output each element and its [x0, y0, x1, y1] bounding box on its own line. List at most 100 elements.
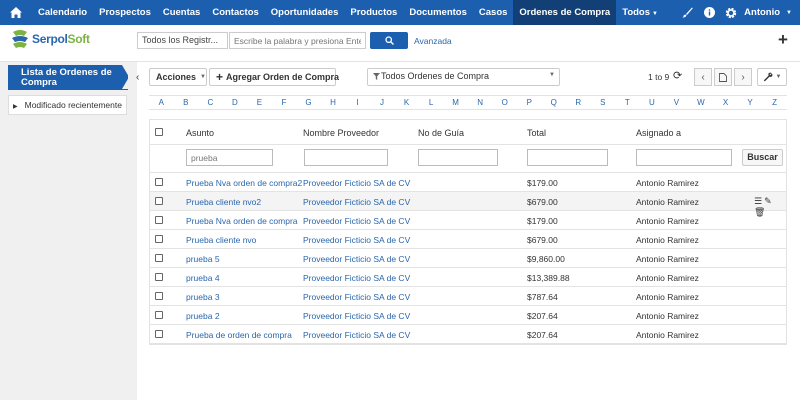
guide-filter-input[interactable]: [418, 149, 498, 166]
column-header-guide[interactable]: No de Guía: [418, 128, 464, 138]
nav-item-contactos[interactable]: Contactos: [206, 0, 264, 25]
row-vendor-link[interactable]: Proveedor Ficticio SA de CV: [303, 292, 410, 302]
row-checkbox[interactable]: [155, 273, 163, 281]
nav-item-cuentas[interactable]: Cuentas: [157, 0, 206, 25]
row-vendor-link[interactable]: Proveedor Ficticio SA de CV: [303, 197, 410, 207]
row-checkbox[interactable]: [155, 330, 163, 338]
alpha-filter-l[interactable]: L: [419, 96, 444, 109]
alpha-filter-q[interactable]: Q: [542, 96, 567, 109]
row-vendor-link[interactable]: Proveedor Ficticio SA de CV: [303, 273, 410, 283]
column-header-total[interactable]: Total: [527, 128, 546, 138]
alpha-filter-f[interactable]: F: [272, 96, 297, 109]
nav-item-prospectos[interactable]: Prospectos: [93, 0, 157, 25]
row-vendor-link[interactable]: Proveedor Ficticio SA de CV: [303, 216, 410, 226]
list-filter-select[interactable]: Todos Ordenes de Compra ▼: [367, 68, 560, 86]
row-checkbox[interactable]: [155, 292, 163, 300]
alpha-filter-o[interactable]: O: [492, 96, 517, 109]
alpha-filter-w[interactable]: W: [689, 96, 714, 109]
sidebar-recent-toggle[interactable]: ▶ Modificado recientemente: [8, 95, 127, 115]
alpha-filter-a[interactable]: A: [149, 96, 174, 109]
nav-item-ordenes-de-compra[interactable]: Ordenes de Compra: [513, 0, 617, 25]
alpha-filter-x[interactable]: X: [713, 96, 738, 109]
list-icon[interactable]: ☰: [754, 196, 764, 206]
next-page-button[interactable]: ›: [734, 68, 752, 86]
brand-logo[interactable]: SerpolSoft: [10, 28, 90, 50]
column-header-vendor[interactable]: Nombre Proveedor: [303, 128, 379, 138]
alpha-filter-i[interactable]: I: [345, 96, 370, 109]
row-subject-link[interactable]: Prueba cliente nvo: [186, 235, 256, 245]
nav-item-todos[interactable]: Todos ▼: [616, 0, 664, 25]
advanced-search-link[interactable]: Avanzada: [414, 36, 452, 46]
nav-item-productos[interactable]: Productos: [344, 0, 403, 25]
table-row[interactable]: prueba 3 Proveedor Ficticio SA de CV $787.…: [150, 287, 786, 306]
table-row[interactable]: prueba 4 Proveedor Ficticio SA de CV $13,3…: [150, 268, 786, 287]
search-module-select[interactable]: Todos los Registr...: [137, 32, 228, 49]
row-subject-link[interactable]: Prueba Nva orden de compra: [186, 216, 298, 226]
table-row[interactable]: Prueba cliente nvo Proveedor Ficticio SA …: [150, 230, 786, 249]
nav-item-casos[interactable]: Casos: [473, 0, 514, 25]
table-row[interactable]: prueba 5 Proveedor Ficticio SA de CV $9,86…: [150, 249, 786, 268]
gear-icon[interactable]: [720, 0, 742, 25]
row-vendor-link[interactable]: Proveedor Ficticio SA de CV: [303, 178, 410, 188]
alpha-filter-n[interactable]: N: [468, 96, 493, 109]
add-purchase-order-button[interactable]: + Agregar Orden de Compra: [209, 68, 339, 86]
row-subject-link[interactable]: Prueba Nva orden de compra2: [186, 178, 302, 188]
paintbrush-icon[interactable]: [676, 0, 698, 25]
alpha-filter-m[interactable]: M: [443, 96, 468, 109]
row-subject-link[interactable]: Prueba cliente nvo2: [186, 197, 261, 207]
row-checkbox[interactable]: [155, 311, 163, 319]
column-header-assigned[interactable]: Asignado a: [636, 128, 681, 138]
row-vendor-link[interactable]: Proveedor Ficticio SA de CV: [303, 311, 410, 321]
alpha-filter-v[interactable]: V: [664, 96, 689, 109]
alpha-filter-p[interactable]: P: [517, 96, 542, 109]
row-subject-link[interactable]: prueba 4: [186, 273, 220, 283]
actions-button[interactable]: Acciones ▼: [149, 68, 207, 86]
table-row[interactable]: Prueba Nva orden de compra Proveedor Fict…: [150, 211, 786, 230]
alpha-filter-u[interactable]: U: [640, 96, 665, 109]
alpha-filter-z[interactable]: Z: [762, 96, 787, 109]
list-settings-button[interactable]: ▼: [757, 68, 787, 86]
alpha-filter-k[interactable]: K: [394, 96, 419, 109]
home-icon[interactable]: [0, 0, 32, 25]
refresh-icon[interactable]: ⟳: [673, 69, 682, 82]
nav-item-oportunidades[interactable]: Oportunidades: [265, 0, 345, 25]
subject-filter-input[interactable]: [186, 149, 273, 166]
user-menu[interactable]: Antonio: [742, 7, 784, 18]
row-vendor-link[interactable]: Proveedor Ficticio SA de CV: [303, 330, 410, 340]
table-row[interactable]: Prueba cliente nvo2 Proveedor Ficticio SA…: [150, 192, 786, 217]
nav-item-calendario[interactable]: Calendario: [32, 0, 93, 25]
collapse-sidebar-icon[interactable]: ‹: [136, 72, 139, 83]
alpha-filter-t[interactable]: T: [615, 96, 640, 109]
quick-create-plus-icon[interactable]: +: [778, 31, 788, 48]
alpha-filter-g[interactable]: G: [296, 96, 321, 109]
row-subject-link[interactable]: prueba 3: [186, 292, 220, 302]
row-subject-link[interactable]: Prueba de orden de compra: [186, 330, 292, 340]
prev-page-button[interactable]: ‹: [694, 68, 712, 86]
search-filter-button[interactable]: Buscar: [742, 149, 783, 166]
row-checkbox[interactable]: [155, 235, 163, 243]
table-row[interactable]: Prueba Nva orden de compra2 Proveedor Fic…: [150, 173, 786, 192]
info-icon[interactable]: [698, 0, 720, 25]
table-row[interactable]: Prueba de orden de compra Proveedor Ficti…: [150, 325, 786, 344]
row-vendor-link[interactable]: Proveedor Ficticio SA de CV: [303, 254, 410, 264]
page-jump-button[interactable]: [714, 68, 732, 86]
pencil-icon[interactable]: ✎: [764, 196, 774, 206]
global-search-input[interactable]: [229, 32, 366, 49]
sidebar-list-title[interactable]: Lista de Ordenes de Compra: [8, 65, 128, 90]
row-subject-link[interactable]: prueba 2: [186, 311, 220, 321]
row-checkbox[interactable]: [155, 197, 163, 205]
alpha-filter-d[interactable]: D: [223, 96, 248, 109]
alpha-filter-j[interactable]: J: [370, 96, 395, 109]
alpha-filter-h[interactable]: H: [321, 96, 346, 109]
row-checkbox[interactable]: [155, 216, 163, 224]
vendor-filter-input[interactable]: [304, 149, 388, 166]
table-row[interactable]: prueba 2 Proveedor Ficticio SA de CV $207.…: [150, 306, 786, 325]
alpha-filter-b[interactable]: B: [174, 96, 199, 109]
row-checkbox[interactable]: [155, 254, 163, 262]
alpha-filter-e[interactable]: E: [247, 96, 272, 109]
alpha-filter-c[interactable]: C: [198, 96, 223, 109]
search-button[interactable]: [370, 32, 408, 49]
nav-item-documentos[interactable]: Documentos: [403, 0, 473, 25]
alpha-filter-s[interactable]: S: [591, 96, 616, 109]
alpha-filter-r[interactable]: R: [566, 96, 591, 109]
